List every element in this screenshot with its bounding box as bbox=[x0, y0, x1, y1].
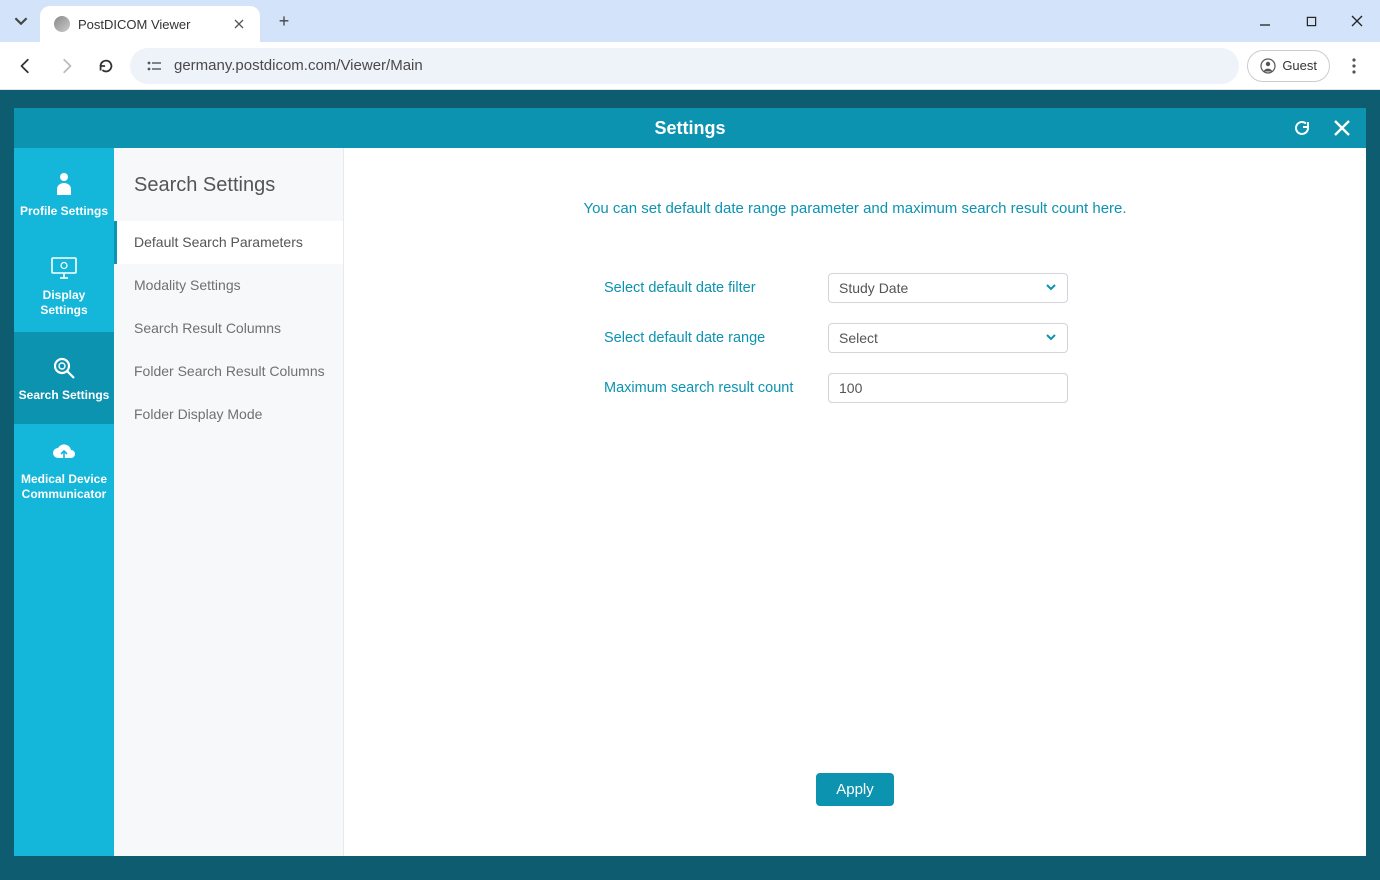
app-background: Settings Profile Settings bbox=[0, 90, 1380, 880]
help-text: You can set default date range parameter… bbox=[583, 200, 1126, 217]
rail-item-profile-settings[interactable]: Profile Settings bbox=[14, 148, 114, 240]
browser-tabbar: PostDICOM Viewer + bbox=[0, 0, 1380, 42]
new-tab-button[interactable]: + bbox=[270, 7, 298, 35]
label-default-date-range: Select default date range bbox=[604, 330, 804, 346]
modal-actions bbox=[1290, 108, 1354, 148]
site-settings-icon[interactable] bbox=[144, 56, 164, 76]
browser-navbar: Guest bbox=[0, 42, 1380, 90]
subnav-item-folder-search-result-columns[interactable]: Folder Search Result Columns bbox=[114, 350, 343, 393]
window-minimize[interactable] bbox=[1242, 0, 1288, 42]
refresh-icon[interactable] bbox=[1290, 116, 1314, 140]
subnav-item-default-search-parameters[interactable]: Default Search Parameters bbox=[114, 221, 343, 264]
modal-header: Settings bbox=[14, 108, 1366, 148]
profile-label: Guest bbox=[1282, 58, 1317, 73]
input-max-result-count[interactable] bbox=[828, 373, 1068, 403]
row-max-result-count: Maximum search result count bbox=[604, 373, 1244, 403]
rail-label: Medical Device Communicator bbox=[18, 472, 110, 502]
nav-back[interactable] bbox=[10, 50, 42, 82]
cloud-icon bbox=[50, 438, 78, 466]
label-max-result-count: Maximum search result count bbox=[604, 380, 804, 396]
row-default-date-filter: Select default date filter Study Date bbox=[604, 273, 1244, 303]
profile-chip[interactable]: Guest bbox=[1247, 50, 1330, 82]
chevron-down-icon bbox=[1045, 280, 1057, 296]
person-icon bbox=[54, 170, 74, 198]
select-default-date-filter[interactable]: Study Date bbox=[828, 273, 1068, 303]
settings-modal: Settings Profile Settings bbox=[14, 108, 1366, 856]
tab-search-dropdown[interactable] bbox=[8, 8, 34, 34]
settings-subnav: Search Settings Default Search Parameter… bbox=[114, 148, 344, 856]
chevron-down-icon bbox=[1045, 330, 1057, 346]
apply-button[interactable]: Apply bbox=[816, 773, 894, 806]
select-value: Study Date bbox=[839, 280, 908, 296]
address-bar[interactable] bbox=[130, 48, 1239, 84]
app-topbar bbox=[0, 90, 1380, 108]
settings-rail: Profile Settings Display Settings Search… bbox=[14, 148, 114, 856]
browser-tab[interactable]: PostDICOM Viewer bbox=[40, 6, 260, 42]
nav-reload[interactable] bbox=[90, 50, 122, 82]
row-default-date-range: Select default date range Select bbox=[604, 323, 1244, 353]
window-close[interactable] bbox=[1334, 0, 1380, 42]
settings-content: You can set default date range parameter… bbox=[344, 148, 1366, 856]
modal-body: Profile Settings Display Settings Search… bbox=[14, 148, 1366, 856]
browser-chrome: PostDICOM Viewer + bbox=[0, 0, 1380, 90]
rail-label: Display Settings bbox=[18, 288, 110, 318]
subnav-item-modality-settings[interactable]: Modality Settings bbox=[114, 264, 343, 307]
close-icon[interactable] bbox=[1330, 116, 1354, 140]
subnav-item-search-result-columns[interactable]: Search Result Columns bbox=[114, 307, 343, 350]
tab-favicon bbox=[54, 16, 70, 32]
subnav-item-folder-display-mode[interactable]: Folder Display Mode bbox=[114, 393, 343, 436]
select-default-date-range[interactable]: Select bbox=[828, 323, 1068, 353]
browser-menu[interactable] bbox=[1338, 50, 1370, 82]
tab-title: PostDICOM Viewer bbox=[78, 17, 224, 32]
rail-item-display-settings[interactable]: Display Settings bbox=[14, 240, 114, 332]
modal-title: Settings bbox=[654, 118, 725, 139]
section-title: Search Settings bbox=[114, 148, 343, 221]
apply-row: Apply bbox=[384, 773, 1326, 836]
settings-form: Select default date filter Study Date Se… bbox=[604, 273, 1244, 403]
select-value: Select bbox=[839, 330, 878, 346]
monitor-icon bbox=[50, 254, 78, 282]
window-controls bbox=[1242, 0, 1380, 42]
subnav-list: Default Search Parameters Modality Setti… bbox=[114, 221, 343, 435]
address-input[interactable] bbox=[174, 57, 1225, 74]
window-maximize[interactable] bbox=[1288, 0, 1334, 42]
rail-item-search-settings[interactable]: Search Settings bbox=[14, 332, 114, 424]
person-icon bbox=[1260, 58, 1276, 74]
close-icon[interactable] bbox=[232, 17, 246, 31]
label-default-date-filter: Select default date filter bbox=[604, 280, 804, 296]
max-result-count-field[interactable] bbox=[839, 380, 1057, 396]
rail-label: Profile Settings bbox=[20, 204, 108, 219]
rail-item-medical-device-communicator[interactable]: Medical Device Communicator bbox=[14, 424, 114, 516]
nav-forward[interactable] bbox=[50, 50, 82, 82]
search-icon bbox=[51, 354, 77, 382]
rail-label: Search Settings bbox=[19, 388, 110, 403]
